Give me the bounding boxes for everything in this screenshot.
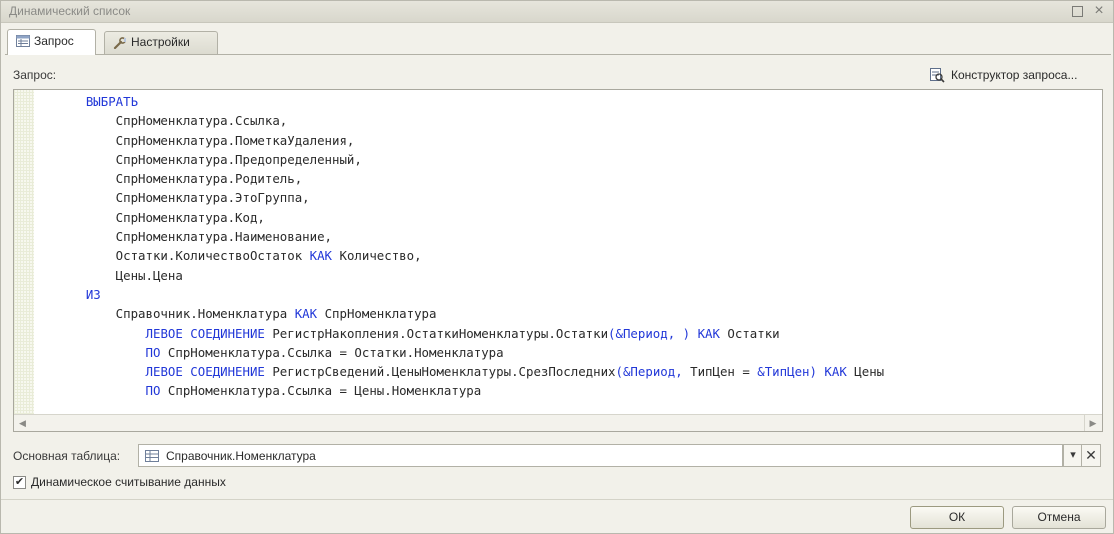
- code-line: Цены.Цена: [56, 266, 1101, 285]
- code-keyword: ПО: [145, 344, 161, 360]
- code-text: Остатки.КоличествоОстаток: [56, 248, 310, 264]
- code-text: СпрНоменклатура.Ссылка = Остатки.Номенкл…: [160, 344, 504, 360]
- code-line: ПО СпрНоменклатура.Ссылка = Остатки.Номе…: [56, 343, 1101, 362]
- code-line: Справочник.Номенклатура КАК СпрНоменклат…: [56, 304, 1101, 323]
- code-keyword: КАК: [824, 364, 847, 380]
- query-constructor-label: Конструктор запроса...: [951, 68, 1078, 82]
- main-table-dropdown-button[interactable]: ▾: [1063, 444, 1083, 467]
- horizontal-scrollbar[interactable]: ◀ ▶: [14, 414, 1102, 431]
- code-parameter: (&Период,: [615, 364, 683, 380]
- code-keyword: КАК: [697, 325, 720, 341]
- maximize-icon: [1071, 6, 1083, 17]
- code-line: ВЫБРАТЬ: [56, 92, 1101, 111]
- editor-gutter: [14, 90, 34, 414]
- tab-query[interactable]: Запрос: [7, 29, 96, 55]
- main-table-label: Основная таблица:: [13, 449, 121, 463]
- code-text: СпрНоменклатура.Наименование,: [56, 229, 333, 245]
- code-text: Справочник.Номенклатура: [56, 306, 295, 322]
- query-label: Запрос:: [13, 68, 57, 82]
- title-bar: Динамический список ×: [1, 1, 1113, 23]
- code-text: СпрНоменклатура.ЭтоГруппа,: [56, 190, 310, 206]
- code-parameter: (&Период, ): [608, 325, 691, 341]
- scroll-right-icon[interactable]: ▶: [1084, 415, 1101, 431]
- query-text-editor[interactable]: ВЫБРАТЬ СпрНоменклатура.Ссылка, СпрНомен…: [13, 89, 1103, 432]
- cancel-button[interactable]: Отмена: [1012, 506, 1106, 529]
- code-keyword: ВЫБРАТЬ: [85, 94, 139, 109]
- close-button[interactable]: ×: [1091, 3, 1107, 19]
- dialog-window: Динамический список × Запрос Настройки З…: [0, 0, 1114, 534]
- code-keyword: ЛЕВОЕ СОЕДИНЕНИЕ: [145, 364, 265, 380]
- code-line: СпрНоменклатура.Предопределенный,: [56, 150, 1101, 169]
- code-text: Количество,: [332, 248, 422, 264]
- code-text: СпрНоменклатура.Ссылка = Цены.Номенклату…: [160, 383, 482, 399]
- catalog-table-icon: [145, 450, 159, 462]
- tab-settings[interactable]: Настройки: [104, 31, 218, 54]
- code-line: ПО СпрНоменклатура.Ссылка = Цены.Номенкл…: [56, 381, 1101, 400]
- query-code[interactable]: ВЫБРАТЬ СпрНоменклатура.Ссылка, СпрНомен…: [56, 92, 1101, 412]
- footer-divider: [1, 499, 1113, 500]
- code-line: СпрНоменклатура.ПометкаУдаления,: [56, 131, 1101, 150]
- code-text: СпрНоменклатура.Код,: [56, 209, 265, 225]
- maximize-button[interactable]: [1069, 3, 1085, 19]
- settings-wrench-icon: [113, 37, 126, 49]
- dynamic-read-label: Динамическое считывание данных: [31, 475, 226, 489]
- code-line: СпрНоменклатура.Ссылка,: [56, 111, 1101, 130]
- code-line: ЛЕВОЕ СОЕДИНЕНИЕ РегистрСведений.ЦеныНом…: [56, 362, 1101, 381]
- code-text: СпрНоменклатура.ПометкаУдаления,: [56, 132, 355, 148]
- code-line: СпрНоменклатура.Родитель,: [56, 169, 1101, 188]
- code-line: СпрНоменклатура.Код,: [56, 208, 1101, 227]
- code-text: СпрНоменклатура.Родитель,: [56, 171, 303, 187]
- code-keyword: ИЗ: [85, 286, 101, 302]
- main-table-value: Справочник.Номенклатура: [166, 449, 316, 463]
- main-table-clear-button[interactable]: ✕: [1081, 444, 1101, 467]
- code-keyword: ЛЕВОЕ СОЕДИНЕНИЕ: [145, 325, 265, 341]
- code-line: СпрНоменклатура.Наименование,: [56, 227, 1101, 246]
- code-keyword: КАК: [294, 306, 318, 322]
- query-constructor-icon: [930, 68, 945, 83]
- code-keyword: ПО: [145, 383, 161, 399]
- dynamic-read-checkbox[interactable]: ✔: [13, 476, 26, 489]
- ok-button[interactable]: ОК: [910, 506, 1004, 529]
- code-text: РегистрНакопления.ОстаткиНоменклатуры.Ос…: [264, 325, 609, 341]
- code-text: СпрНоменклатура: [317, 306, 437, 322]
- query-tab-icon: [16, 35, 30, 47]
- tab-query-label: Запрос: [34, 34, 74, 48]
- code-parameter: &ТипЦен): [757, 364, 817, 380]
- code-keyword: КАК: [309, 248, 333, 264]
- query-constructor-button[interactable]: Конструктор запроса...: [929, 65, 1077, 85]
- code-text: Цены: [846, 364, 885, 380]
- code-text: СпрНоменклатура.Ссылка,: [56, 113, 288, 129]
- code-text: Цены.Цена: [56, 267, 183, 283]
- code-text: Остатки: [719, 325, 780, 341]
- code-text: СпрНоменклатура.Предопределенный,: [56, 151, 362, 167]
- code-line: Остатки.КоличествоОстаток КАК Количество…: [56, 246, 1101, 265]
- code-text: ТипЦен =: [682, 364, 758, 380]
- code-line: СпрНоменклатура.ЭтоГруппа,: [56, 188, 1101, 207]
- main-table-field[interactable]: Справочник.Номенклатура: [138, 444, 1063, 467]
- code-text: РегистрСведений.ЦеныНоменклатуры.СрезПос…: [264, 364, 616, 380]
- code-line: ИЗ: [56, 285, 1101, 304]
- tab-settings-label: Настройки: [131, 35, 190, 49]
- window-title: Динамический список: [9, 4, 131, 18]
- scroll-left-icon[interactable]: ◀: [14, 415, 31, 431]
- code-line: ЛЕВОЕ СОЕДИНЕНИЕ РегистрНакопления.Остат…: [56, 324, 1101, 343]
